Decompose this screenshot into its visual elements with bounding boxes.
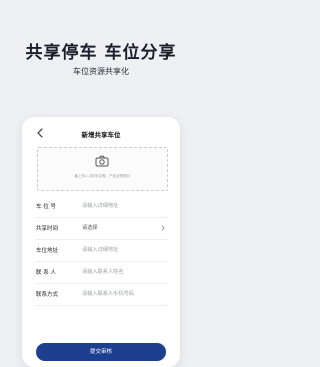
hero-subtitle: 车位资源共享化 <box>73 67 129 76</box>
chevron-right-icon <box>161 225 165 231</box>
submit-button[interactable]: 提交审核 <box>36 343 166 361</box>
field-row-contact-phone[interactable]: 联系方式 请输入联系人手机号码 <box>36 283 167 306</box>
field-label: 车位地址 <box>36 248 59 254</box>
field-row-contact-name[interactable]: 联 系 人 请输入联系人姓名 <box>36 261 167 284</box>
parking-number-input[interactable]: 请输入详细地址 <box>82 202 118 209</box>
address-input[interactable]: 请输入详细地址 <box>82 246 118 253</box>
hero-title: 共享停车 车位分享 <box>25 43 177 63</box>
page-title: 新增共享车位 <box>81 131 121 139</box>
field-label: 联系方式 <box>36 292 59 298</box>
photo-upload-area[interactable]: 最上传1-3张车位照、产权证等照片 <box>37 147 168 191</box>
contact-name-input[interactable]: 请输入联系人姓名 <box>82 268 124 275</box>
field-label: 联 系 人 <box>36 270 56 276</box>
field-row-parking-number[interactable]: 车 位 号 请输入详细地址 <box>36 195 167 218</box>
share-time-select[interactable]: 请选择 <box>82 224 98 231</box>
phone-screen: 新增共享车位 最上传1-3张车位照、产权证等照片 车 位 号 请输入详细地址 共… <box>22 117 180 367</box>
contact-phone-input[interactable]: 请输入联系人手机号码 <box>82 290 134 297</box>
field-label: 车 位 号 <box>36 204 56 210</box>
upload-hint: 最上传1-3张车位照、产权证等照片 <box>74 174 131 178</box>
field-label: 共享时间 <box>36 226 59 232</box>
field-row-share-time[interactable]: 共享时间 请选择 <box>36 217 167 240</box>
camera-icon <box>95 155 109 167</box>
field-row-address[interactable]: 车位地址 请输入详细地址 <box>36 239 167 262</box>
